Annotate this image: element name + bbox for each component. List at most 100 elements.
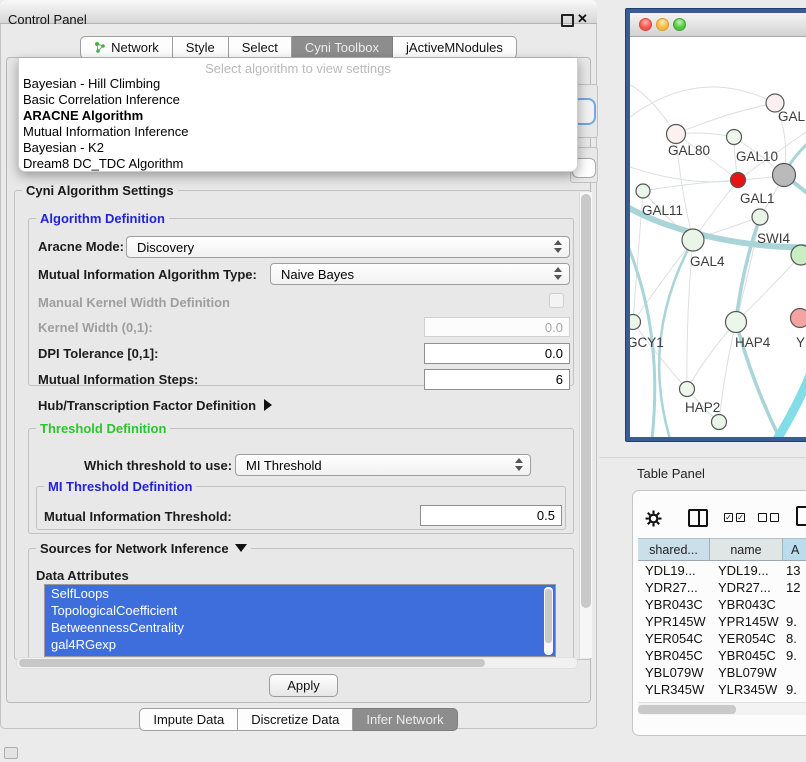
network-node-gal11[interactable] <box>636 184 650 198</box>
tab-jactivemnodules[interactable]: jActiveMNodules <box>393 36 517 59</box>
close-traffic-light-icon[interactable] <box>639 18 652 31</box>
algorithm-option[interactable]: ARACNE Algorithm <box>19 108 577 124</box>
mi-steps-field[interactable]: 6 <box>424 369 570 390</box>
table-row[interactable]: YDR27...YDR27...12 <box>638 579 806 596</box>
apply-button[interactable]: Apply <box>269 674 338 697</box>
network-window-titlebar[interactable] <box>630 13 806 37</box>
network-node[interactable] <box>773 164 796 187</box>
algorithm-option[interactable]: Dream8 DC_TDC Algorithm <box>19 156 577 172</box>
select-all-checkboxes-icon[interactable]: ✓✓ <box>724 513 748 531</box>
algorithm-option[interactable]: Basic Correlation Inference <box>19 92 577 108</box>
network-edge[interactable] <box>630 167 738 182</box>
stepper-icon <box>554 267 563 282</box>
deselect-all-checkboxes-icon[interactable] <box>758 513 782 531</box>
data-attribute-item[interactable]: BetweennessCentrality <box>45 619 555 636</box>
which-threshold-combo[interactable]: MI Threshold <box>235 454 531 476</box>
settings-hscrollbar-track[interactable] <box>16 657 578 669</box>
algorithm-dropdown-placeholder: Select algorithm to view settings <box>19 61 577 76</box>
network-node-label: SWI4 <box>757 231 790 246</box>
network-edge[interactable] <box>676 103 775 134</box>
table-row[interactable]: YBR045CYBR045C9. <box>638 647 806 664</box>
settings-hscrollbar-thumb[interactable] <box>19 659 485 667</box>
control-panel-titlebar <box>0 0 597 24</box>
tab-cyni-toolbox[interactable]: Cyni Toolbox <box>292 36 393 59</box>
network-node-gal80[interactable] <box>667 125 686 144</box>
network-node-hap4[interactable] <box>726 312 747 333</box>
data-attributes-label: Data Attributes <box>36 568 129 583</box>
network-edge[interactable] <box>719 322 736 422</box>
network-node-gal10[interactable] <box>727 130 742 145</box>
network-node-gal1[interactable] <box>731 173 746 188</box>
table-row[interactable]: YDL19...YDL19...13 <box>638 562 806 579</box>
network-node[interactable] <box>791 245 806 265</box>
settings-scrollbar-track[interactable] <box>579 192 592 658</box>
control-panel-tabbar: NetworkStyleSelectCyni ToolboxjActiveMNo… <box>0 36 597 59</box>
mi-threshold-field[interactable]: 0.5 <box>420 505 562 526</box>
manual-kernel-width-label: Manual Kernel Width Definition <box>38 295 230 310</box>
bottom-tab-infer-network[interactable]: Infer Network <box>353 708 457 731</box>
mi-type-combo[interactable]: Naive Bayes <box>270 263 570 285</box>
close-icon[interactable]: ✕ <box>577 11 588 27</box>
network-edge[interactable] <box>633 240 693 322</box>
tab-label: Impute Data <box>153 712 224 727</box>
dpi-tolerance-field[interactable]: 0.0 <box>424 343 570 364</box>
mi-threshold-label: Mutual Information Threshold: <box>44 509 232 524</box>
data-attribute-item[interactable]: SelfLoops <box>45 585 555 602</box>
table-row[interactable]: YLR345WYLR345W9. <box>638 681 806 698</box>
table-header-col3[interactable]: A <box>783 538 806 561</box>
table-cell: 12 <box>786 579 806 596</box>
aracne-mode-combo[interactable]: Discovery <box>126 236 570 258</box>
table-row[interactable]: YER054CYER054C8. <box>638 630 806 647</box>
network-node[interactable] <box>712 415 727 430</box>
network-node-swi4[interactable] <box>752 209 768 225</box>
network-graph[interactable]: GALGAL80GAL10GAL1GAL11GAL4SWI4GCY1HAP4YH… <box>630 37 806 437</box>
sources-title: Sources for Network Inference <box>40 541 229 556</box>
network-edge[interactable] <box>776 375 806 437</box>
export-table-icon[interactable] <box>796 506 806 526</box>
stepper-icon <box>515 458 524 473</box>
which-threshold-value: MI Threshold <box>246 458 322 473</box>
settings-scrollbar-thumb[interactable] <box>581 194 591 608</box>
tab-style[interactable]: Style <box>173 36 229 59</box>
network-node-label: GAL1 <box>740 191 775 206</box>
table-row[interactable]: YBL079WYBL079W <box>638 664 806 681</box>
table-cell: YPR145W <box>718 613 784 630</box>
attributes-scrollbar-track[interactable] <box>544 587 553 655</box>
expand-right-icon <box>264 399 272 411</box>
kernel-width-field[interactable]: 0.0 <box>424 317 570 337</box>
tab-select[interactable]: Select <box>229 36 292 59</box>
zoom-traffic-light-icon[interactable] <box>673 18 686 31</box>
mi-type-value: Naive Bayes <box>281 267 354 282</box>
network-node-y[interactable] <box>791 309 806 328</box>
algorithm-option[interactable]: Mutual Information Inference <box>19 124 577 140</box>
table-hscrollbar-track[interactable] <box>638 702 806 715</box>
data-attribute-item[interactable]: gal4RGexp <box>45 636 555 653</box>
sources-toggle[interactable]: Sources for Network Inference <box>36 541 251 556</box>
float-window-icon[interactable] <box>561 14 574 27</box>
table-row[interactable]: YBR043CYBR043C <box>638 596 806 613</box>
manual-kernel-width-checkbox[interactable] <box>549 293 564 308</box>
table-header-shared-name[interactable]: shared... <box>638 538 710 561</box>
bottom-tab-impute-data[interactable]: Impute Data <box>139 708 238 731</box>
table-hscrollbar-thumb[interactable] <box>638 705 736 714</box>
show-columns-icon[interactable] <box>688 509 708 527</box>
tab-network[interactable]: Network <box>80 36 173 59</box>
minimize-traffic-light-icon[interactable] <box>656 18 669 31</box>
hub-definition-toggle[interactable]: Hub/Transcription Factor Definition <box>38 398 272 413</box>
algorithm-option[interactable]: Bayesian - K2 <box>19 140 577 156</box>
network-node-gcy1[interactable] <box>630 315 641 330</box>
table-settings-gear-icon[interactable] <box>645 510 662 532</box>
table-cell: YBL079W <box>718 664 784 681</box>
table-row[interactable]: YPR145WYPR145W9. <box>638 613 806 630</box>
taskbar-corner-icon[interactable] <box>4 747 18 759</box>
data-attributes-list: SelfLoopsTopologicalCoefficientBetweenne… <box>44 584 556 657</box>
algorithm-option[interactable]: Bayesian - Hill Climbing <box>19 76 577 92</box>
attributes-scrollbar-thumb[interactable] <box>545 589 552 643</box>
bottom-tab-discretize-data[interactable]: Discretize Data <box>238 708 353 731</box>
table-header-name[interactable]: name <box>710 538 783 561</box>
network-node-gal4[interactable] <box>682 229 704 251</box>
table-row[interactable]: YIL052CYIL052C9 <box>638 698 806 701</box>
network-canvas[interactable]: GALGAL80GAL10GAL1GAL11GAL4SWI4GCY1HAP4YH… <box>630 37 806 437</box>
data-attribute-item[interactable]: TopologicalCoefficient <box>45 602 555 619</box>
network-node-hap2[interactable] <box>680 382 695 397</box>
